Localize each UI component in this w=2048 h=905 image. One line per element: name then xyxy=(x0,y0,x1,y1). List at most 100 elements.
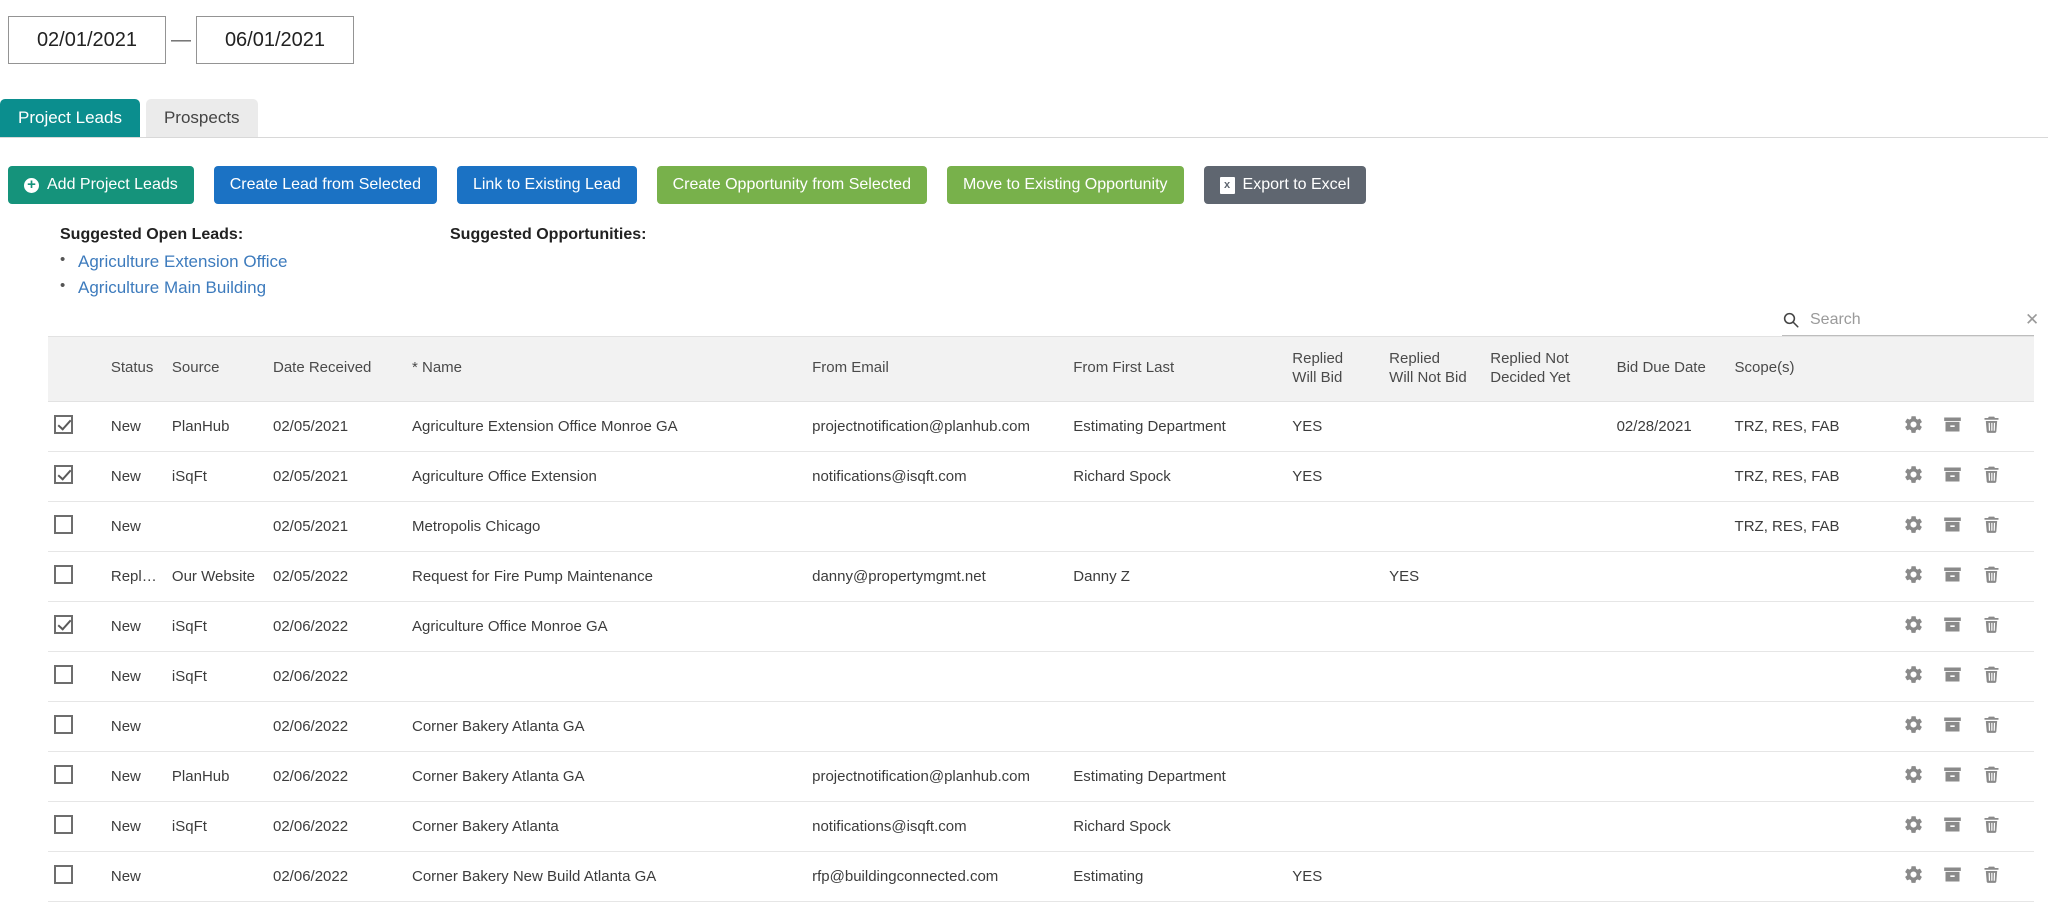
row-select-cell xyxy=(48,851,105,902)
date-range-separator: — xyxy=(171,28,191,51)
row-checkbox[interactable] xyxy=(54,664,73,684)
settings-gear-icon[interactable] xyxy=(1903,514,1924,539)
row-checkbox[interactable] xyxy=(54,464,73,484)
link-to-existing-lead-button[interactable]: Link to Existing Lead xyxy=(456,166,637,204)
archive-box-icon[interactable] xyxy=(1942,464,1963,489)
archive-box-icon[interactable] xyxy=(1942,614,1963,639)
search-input[interactable] xyxy=(1808,310,2019,330)
table-row[interactable]: New PlanHub 02/06/2022 Corner Bakery Atlant… xyxy=(48,751,2034,802)
cell-date-received: 02/06/2022 xyxy=(267,801,406,852)
row-checkbox[interactable] xyxy=(54,564,73,584)
settings-gear-icon[interactable] xyxy=(1903,864,1924,889)
row-select-cell xyxy=(48,651,105,702)
delete-trash-icon[interactable] xyxy=(1981,864,2002,889)
table-row[interactable]: New iSqFt 02/06/2022 Corner Bakery Atlanta n… xyxy=(48,801,2034,852)
settings-gear-icon[interactable] xyxy=(1903,714,1924,739)
settings-gear-icon[interactable] xyxy=(1903,414,1924,439)
table-row[interactable]: New 02/05/2021 Metropolis Chicago TRZ, RES,… xyxy=(48,501,2034,552)
table-row[interactable]: Replied Our Website 02/05/2022 Request for … xyxy=(48,551,2034,602)
tab-project-leads[interactable]: Project Leads xyxy=(0,99,140,137)
delete-trash-icon[interactable] xyxy=(1981,514,2002,539)
create-opportunity-from-selected-button[interactable]: Create Opportunity from Selected xyxy=(656,166,927,204)
cell-date-received: 02/05/2021 xyxy=(267,401,406,452)
cell-replied-not-decided-yet xyxy=(1484,851,1611,902)
tab-prospects[interactable]: Prospects xyxy=(145,99,258,137)
row-checkbox[interactable] xyxy=(54,864,73,884)
cell-actions xyxy=(1897,401,2034,452)
settings-gear-icon[interactable] xyxy=(1903,614,1924,639)
cell-bid-due-date xyxy=(1610,451,1729,502)
leads-table-head: Status Source Date Received * Name From … xyxy=(48,336,2034,402)
archive-box-icon[interactable] xyxy=(1942,414,1963,439)
header-replied-will-bid[interactable]: Replied Will Bid xyxy=(1286,336,1384,402)
archive-box-icon[interactable] xyxy=(1942,514,1963,539)
row-checkbox[interactable] xyxy=(54,814,73,834)
delete-trash-icon[interactable] xyxy=(1981,714,2002,739)
header-scopes[interactable]: Scope(s) xyxy=(1728,336,1897,402)
cell-replied-not-decided-yet xyxy=(1484,551,1611,602)
cell-scopes xyxy=(1728,801,1897,852)
archive-box-icon[interactable] xyxy=(1942,764,1963,789)
table-row[interactable]: New PlanHub 02/05/2021 Agriculture Extensio… xyxy=(48,401,2034,452)
delete-trash-icon[interactable] xyxy=(1981,464,2002,489)
suggested-lead-item[interactable]: Agriculture Main Building xyxy=(60,277,450,298)
export-to-excel-label: Export to Excel xyxy=(1242,176,1351,193)
header-replied-will-not-bid[interactable]: Replied Will Not Bid xyxy=(1383,336,1485,402)
table-row[interactable]: New 02/06/2022 Corner Bakery New Build Atl… xyxy=(48,851,2034,902)
delete-trash-icon[interactable] xyxy=(1981,614,2002,639)
settings-gear-icon[interactable] xyxy=(1903,664,1924,689)
archive-box-icon[interactable] xyxy=(1942,864,1963,889)
delete-trash-icon[interactable] xyxy=(1981,764,2002,789)
row-checkbox[interactable] xyxy=(54,514,73,534)
suggested-lead-item[interactable]: Agriculture Extension Office xyxy=(60,251,450,272)
settings-gear-icon[interactable] xyxy=(1903,764,1924,789)
header-source[interactable]: Source xyxy=(165,336,267,402)
header-replied-not-decided-yet[interactable]: Replied Not Decided Yet xyxy=(1484,336,1611,402)
settings-gear-icon[interactable] xyxy=(1903,464,1924,489)
row-checkbox[interactable] xyxy=(54,714,73,734)
row-checkbox[interactable] xyxy=(54,764,73,784)
start-date-input[interactable]: 02/01/2021 xyxy=(8,16,166,64)
header-date-received[interactable]: Date Received xyxy=(267,336,406,402)
delete-trash-icon[interactable] xyxy=(1981,664,2002,689)
end-date-input[interactable]: 06/01/2021 xyxy=(196,16,354,64)
settings-gear-icon[interactable] xyxy=(1903,564,1924,589)
table-row[interactable]: New iSqFt 02/06/2022 xyxy=(48,651,2034,702)
archive-box-icon[interactable] xyxy=(1942,814,1963,839)
cell-bid-due-date xyxy=(1610,551,1729,602)
archive-box-icon[interactable] xyxy=(1942,664,1963,689)
archive-box-icon[interactable] xyxy=(1942,564,1963,589)
row-checkbox[interactable] xyxy=(54,414,73,434)
cell-date-received: 02/06/2022 xyxy=(267,601,406,652)
delete-trash-icon[interactable] xyxy=(1981,814,2002,839)
delete-trash-icon[interactable] xyxy=(1981,564,2002,589)
header-name[interactable]: * Name xyxy=(405,336,807,402)
export-to-excel-button[interactable]: x Export to Excel xyxy=(1203,166,1367,204)
add-project-leads-button[interactable]: + Add Project Leads xyxy=(8,166,194,204)
action-toolbar: + Add Project Leads Create Lead from Sel… xyxy=(0,138,2048,204)
cell-replied-not-decided-yet xyxy=(1484,601,1611,652)
clear-search-icon[interactable]: ✕ xyxy=(2019,310,2039,330)
cell-name: Corner Bakery Atlanta xyxy=(405,801,807,852)
settings-gear-icon[interactable] xyxy=(1903,814,1924,839)
header-actions xyxy=(1897,336,2034,402)
table-row[interactable]: New 02/06/2022 Corner Bakery Atlanta GA xyxy=(48,701,2034,752)
header-bid-due-date[interactable]: Bid Due Date xyxy=(1610,336,1729,402)
cell-replied-will-not-bid xyxy=(1383,851,1485,902)
header-select-all[interactable] xyxy=(48,336,105,402)
create-lead-from-selected-button[interactable]: Create Lead from Selected xyxy=(213,166,437,204)
excel-icon: x xyxy=(1219,176,1235,194)
table-row[interactable]: New iSqFt 02/06/2022 Agriculture Office Mon… xyxy=(48,601,2034,652)
cell-status: New xyxy=(104,851,166,902)
header-status[interactable]: Status xyxy=(104,336,166,402)
table-row[interactable]: New iSqFt 02/05/2021 Agriculture Office Ext… xyxy=(48,451,2034,502)
header-from-first-last[interactable]: From First Last xyxy=(1067,336,1287,402)
archive-box-icon[interactable] xyxy=(1942,714,1963,739)
row-checkbox[interactable] xyxy=(54,614,73,634)
cell-replied-will-bid: YES xyxy=(1286,451,1384,502)
header-from-email[interactable]: From Email xyxy=(806,336,1068,402)
delete-trash-icon[interactable] xyxy=(1981,414,2002,439)
cell-date-received: 02/06/2022 xyxy=(267,851,406,902)
cell-replied-will-bid xyxy=(1286,501,1384,552)
move-to-existing-opportunity-button[interactable]: Move to Existing Opportunity xyxy=(946,166,1184,204)
